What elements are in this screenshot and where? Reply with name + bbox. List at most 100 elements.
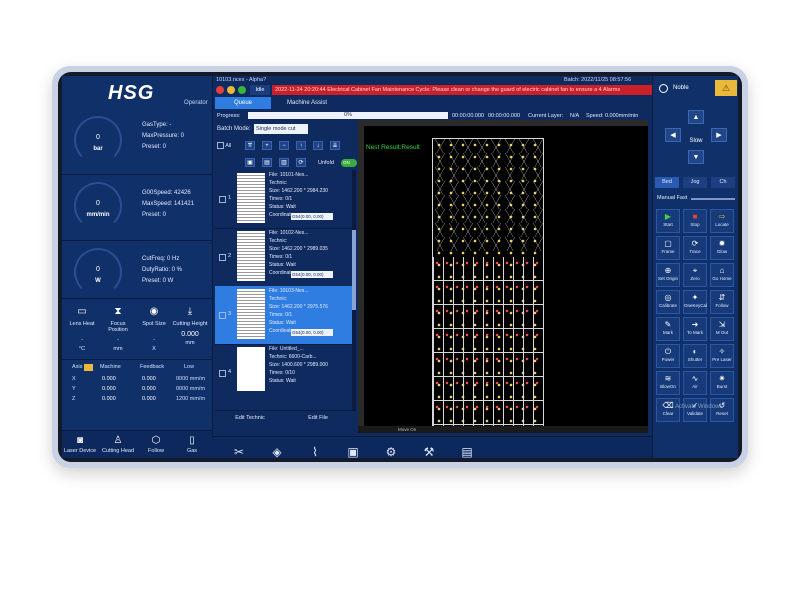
job-list-scrollbar[interactable] xyxy=(352,170,356,410)
shutter-button[interactable]: ◐ Shutter xyxy=(683,344,707,368)
stop-button[interactable]: ■ Stop xyxy=(683,209,707,233)
lens-heat-tool[interactable]: ▭ Lens Heat - °C xyxy=(64,306,100,352)
list-item[interactable]: 1 File: 10101-Nes... Technic: Size: 1462… xyxy=(215,170,356,229)
blow-icon: ≋ xyxy=(664,374,672,383)
arrow-down-icon[interactable]: ▼ xyxy=(688,150,704,164)
list-item[interactable]: 4 File: Untitled_... Technic: 6600-Carb.… xyxy=(215,344,356,411)
focus-position-tool[interactable]: ⧗ Focus Position - mm xyxy=(100,306,136,352)
move-bottom-icon[interactable]: ⇊ xyxy=(330,141,340,150)
arrow-up-icon[interactable]: ▲ xyxy=(688,110,704,124)
glow-button[interactable]: ✹ Glow xyxy=(710,236,734,260)
coordinate-select[interactable]: G54(0.00, 0.00) xyxy=(291,213,333,220)
speed-info: G00Speed: 42426 MaxSpeed: 141421 Preset:… xyxy=(142,190,195,218)
m-out-button[interactable]: ⇲ M Out xyxy=(710,317,734,341)
arrow-right-icon[interactable]: ▶ xyxy=(711,128,727,142)
list-item[interactable]: 3 File: 10103-Nes... Technic: Size: 1462… xyxy=(215,286,356,345)
calibrate-button[interactable]: ◎ Calibrate xyxy=(656,290,680,314)
focus-position-icon: ⧗ xyxy=(114,306,122,317)
job-checkbox[interactable] xyxy=(219,312,226,319)
warning-icon[interactable]: ⚠ xyxy=(715,80,737,96)
job-checkbox[interactable] xyxy=(219,370,226,377)
user-label[interactable]: Noble xyxy=(673,85,689,91)
gas-button[interactable]: ▯ Gas xyxy=(174,435,210,454)
trace-button[interactable]: ⟳ Trace xyxy=(683,236,707,260)
reset-button[interactable]: ↺ Reset xyxy=(710,398,734,422)
save-icon[interactable]: ▣ xyxy=(346,445,360,458)
job-checkbox[interactable] xyxy=(219,254,226,261)
left-bottom-nav: ◙ Laser Device ♙ Cutting Head ⬡ Follow ▯… xyxy=(62,430,212,458)
edit-file-button[interactable]: Edit File xyxy=(294,413,342,423)
sheet-preview[interactable] xyxy=(432,138,544,430)
mark-button[interactable]: ✎ Mark xyxy=(656,317,680,341)
cutting-head-icon: ♙ xyxy=(113,435,123,446)
tab-ch[interactable]: Ch xyxy=(711,177,735,188)
alarm-bar[interactable]: 2022-11-24 20:20:44 Electrical Cabinet F… xyxy=(272,85,652,95)
user-icon[interactable] xyxy=(659,84,668,93)
follow-button[interactable]: ⇵ Follow xyxy=(710,290,734,314)
bottom-toolbar: ✂ ◈ ⌇ ▣ ⚙ ⚒ ▤ xyxy=(212,436,652,458)
move-down-icon[interactable]: ↓ xyxy=(313,141,323,150)
pressure-info: GasType: - MaxPressure: 0 Preset: 0 xyxy=(142,122,185,150)
copy-icon[interactable]: ▣ xyxy=(245,158,255,167)
power-button[interactable]: ⏻ Power xyxy=(656,344,680,368)
jog-mode-label[interactable]: Manual Fast xyxy=(657,195,687,201)
move-up-icon[interactable]: ↑ xyxy=(296,141,306,150)
spot-size-tool[interactable]: ◉ Spot Size - X xyxy=(136,306,172,352)
tab-bed[interactable]: Bed xyxy=(655,177,679,188)
document-icon[interactable]: ▤ xyxy=(460,445,474,458)
tab-jog[interactable]: Jog xyxy=(683,177,707,188)
wrench-icon[interactable]: ⚒ xyxy=(422,445,436,458)
run-indicator-icon[interactable] xyxy=(238,86,246,94)
blowon-button[interactable]: ≋ BlowOn xyxy=(656,371,680,395)
unfold-toggle[interactable]: ON xyxy=(341,159,357,167)
current-layer-label: Current Layer: xyxy=(528,113,564,119)
tab-queue[interactable]: Queue xyxy=(215,97,271,109)
trace-icon: ⟳ xyxy=(691,239,699,248)
pause-indicator-icon[interactable] xyxy=(227,86,235,94)
coordinate-select[interactable]: G54(0.00, 0.00) xyxy=(291,329,333,336)
tab-machine-assist[interactable]: Machine Assist xyxy=(274,97,340,109)
stop-indicator-icon[interactable] xyxy=(216,86,224,94)
remove-icon[interactable]: − xyxy=(279,141,289,150)
cutting-height-tool[interactable]: ⤓ Cutting Height 0.000 mm xyxy=(172,306,208,346)
start-button[interactable]: ▶ Start xyxy=(656,209,680,233)
coordinate-select[interactable]: G54(0.00, 0.00) xyxy=(291,271,333,278)
zero-button[interactable]: ⌖ Zero xyxy=(683,263,707,287)
add-icon[interactable]: + xyxy=(262,141,272,150)
paste-icon[interactable]: ▤ xyxy=(262,158,272,167)
validate-button[interactable]: ✓ Validate xyxy=(683,398,707,422)
laser-device-button[interactable]: ◙ Laser Device xyxy=(62,435,98,454)
batch-mode-select[interactable]: Single mode cut xyxy=(254,124,308,134)
frame-button[interactable]: ▢ Frame xyxy=(656,236,680,260)
edit-technic-button[interactable]: Edit Technic xyxy=(222,413,278,423)
job-checkbox[interactable] xyxy=(219,196,226,203)
scrollbar-thumb[interactable] xyxy=(352,230,356,310)
layers-icon[interactable]: ◈ xyxy=(270,445,284,458)
refresh-icon[interactable]: ⟳ xyxy=(296,158,306,167)
air-button[interactable]: ∿ Air xyxy=(683,371,707,395)
jog-speed-label[interactable]: Slow xyxy=(684,138,708,144)
burst-button[interactable]: ✷ Burst xyxy=(710,371,734,395)
set-origin-button[interactable]: ⊕ Set Origin xyxy=(656,263,680,287)
clear-button[interactable]: ⌫ Clear xyxy=(656,398,680,422)
onekeycal-icon: ✦ xyxy=(691,293,699,302)
pre-laser-button[interactable]: ✧ Pre Laser xyxy=(710,344,734,368)
chart-icon[interactable]: ⌇ xyxy=(308,445,322,458)
tools-icon[interactable]: ✂ xyxy=(232,445,246,458)
select-all-checkbox[interactable] xyxy=(217,142,224,149)
role-label[interactable]: Operator xyxy=(184,100,208,106)
onekeycal-button[interactable]: ✦ OneKeyCal xyxy=(683,290,707,314)
move-top-icon[interactable]: ⇈ xyxy=(245,141,255,150)
arrow-left-icon[interactable]: ◀ xyxy=(665,128,681,142)
jog-speed-slider[interactable] xyxy=(691,198,735,200)
locate-button[interactable]: ⇨ Locate xyxy=(710,209,734,233)
follow-button[interactable]: ⬡ Follow xyxy=(138,435,174,454)
list-item[interactable]: 2 File: 10102-Nes... Technic: Size: 1462… xyxy=(215,228,356,287)
lock-icon[interactable]: ▥ xyxy=(279,158,289,167)
to-mark-button[interactable]: ➜ To Mark xyxy=(683,317,707,341)
settings-icon[interactable]: ⚙ xyxy=(384,445,398,458)
go-home-button[interactable]: ⌂ Go Home xyxy=(710,263,734,287)
select-all[interactable]: All xyxy=(217,142,231,149)
tablet-bezel: HSG Operator 0 bar GasType: - MaxPressur… xyxy=(58,72,742,462)
cutting-head-button[interactable]: ♙ Cutting Head xyxy=(100,435,136,454)
